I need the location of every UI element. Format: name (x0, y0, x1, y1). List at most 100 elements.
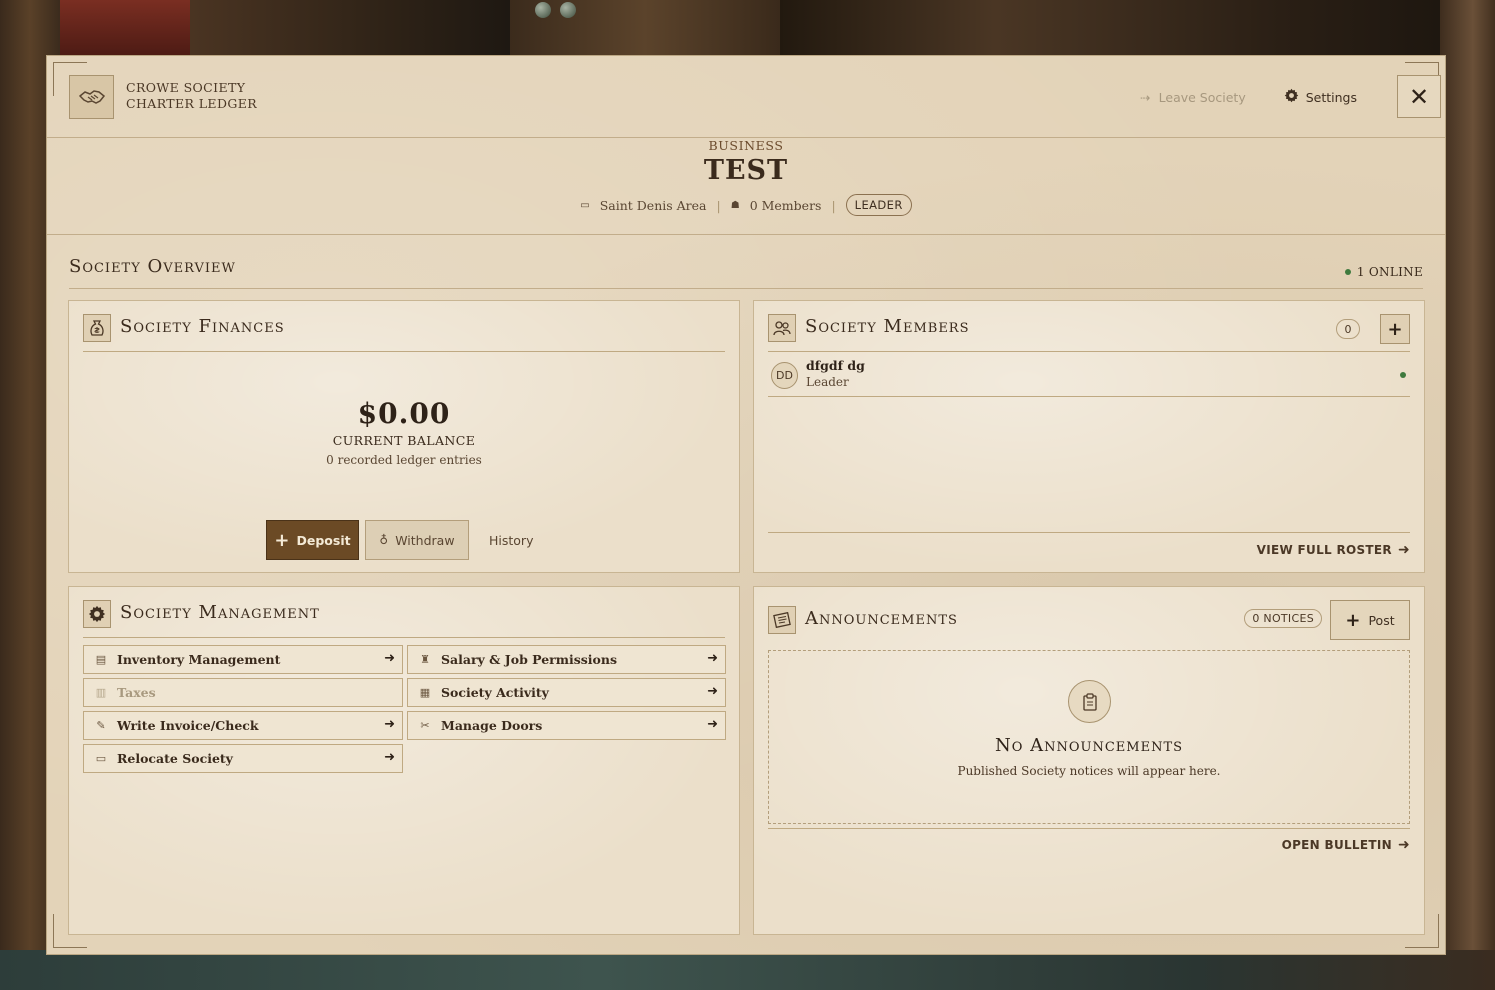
section-title: Society Overview (69, 256, 236, 277)
online-dot-icon (1344, 269, 1351, 275)
online-indicator: 1 ONLINE (1344, 265, 1423, 279)
empty-state: No Announcements Published Society notic… (768, 650, 1410, 824)
arrow-right-icon: ➜ (1397, 837, 1410, 853)
view-full-roster-link[interactable]: VIEW FULL ROSTER ➜ (1257, 542, 1410, 558)
menu-item-label: Manage Doors (441, 718, 543, 733)
clipboard-icon (1068, 680, 1111, 723)
door-knob (535, 2, 551, 18)
ledger-entry-count: 0 recorded ledger entries (326, 453, 482, 467)
arrow-right-icon: ➜ (384, 651, 395, 666)
society-hero: BUSINESS TEST ▭ Saint Denis Area | ☗ 0 M… (47, 138, 1445, 235)
backdrop-door (510, 0, 780, 56)
arrow-right-icon: ➜ (384, 717, 395, 732)
announcements-title: Announcements (805, 608, 958, 629)
society-ledger-panel: CROWE SOCIETY CHARTER LEDGER ⇢ Leave Soc… (46, 55, 1446, 955)
leave-society-button[interactable]: ⇢ Leave Society (1140, 88, 1246, 106)
post-label: Post (1368, 612, 1395, 628)
announcements-card: Announcements 0 NOTICES + Post No Announ… (753, 586, 1425, 935)
balance-label: CURRENT BALANCE (332, 433, 476, 448)
arrow-right-icon: ➜ (1397, 542, 1410, 558)
menu-item-label: Inventory Management (117, 652, 281, 667)
money-bag-icon: ♁ (379, 533, 389, 547)
open-bulletin-label: OPEN BULLETIN (1281, 838, 1392, 852)
menu-item-label: Taxes (117, 685, 156, 700)
member-role: Leader (806, 375, 849, 389)
member-count-badge: 0 (1336, 319, 1360, 339)
current-balance: $0.00 (357, 397, 451, 430)
tools-icon: ✂ (420, 719, 430, 732)
exit-arrow-icon: ⇢ (1140, 89, 1151, 105)
arrow-right-icon: ➜ (707, 651, 718, 666)
clipboard-icon: ▦ (419, 686, 431, 699)
deposit-label: Deposit (296, 532, 351, 548)
menu-item-label: Relocate Society (117, 751, 233, 766)
member-name: dfgdf dg (806, 358, 865, 373)
backdrop-wall (190, 0, 510, 56)
members-icon (768, 314, 796, 342)
society-location: Saint Denis Area (599, 197, 707, 213)
online-count: 1 ONLINE (1356, 265, 1423, 279)
settings-button[interactable]: Settings (1284, 88, 1357, 106)
role-badge: LEADER (845, 194, 912, 216)
empty-state-title: No Announcements (994, 735, 1184, 756)
post-announcement-button[interactable]: + Post (1330, 600, 1410, 640)
money-bag-icon (83, 314, 111, 342)
view-roster-label: VIEW FULL ROSTER (1256, 543, 1392, 557)
card-header: Society Management (83, 600, 725, 638)
backdrop-right-shelf (1440, 0, 1495, 990)
deposit-button[interactable]: + Deposit (266, 520, 359, 560)
arrow-right-icon: ➜ (707, 684, 718, 699)
menu-item-label: Write Invoice/Check (117, 718, 259, 733)
invoice-icon: ✎ (96, 719, 106, 732)
finances-card: Society Finances $0.00 CURRENT BALANCE 0… (68, 300, 740, 573)
write-invoice-button[interactable]: ✎ Write Invoice/Check ➜ (83, 711, 403, 740)
divider (69, 288, 1423, 289)
divider: | (716, 197, 721, 213)
arrow-right-icon: ➜ (707, 717, 718, 732)
relocate-society-button[interactable]: ▭ Relocate Society ➜ (83, 744, 403, 773)
brand-title: CROWE SOCIETY (126, 80, 246, 95)
settings-label: Settings (1305, 89, 1357, 105)
bank-icon: ▥ (95, 686, 107, 699)
inventory-management-button[interactable]: ▤ Inventory Management ➜ (83, 645, 403, 674)
card-header: Announcements 0 NOTICES + Post (768, 600, 1410, 645)
salary-permissions-button[interactable]: ♜ Salary & Job Permissions ➜ (407, 645, 726, 674)
add-member-button[interactable]: + (1380, 314, 1410, 344)
divider: | (831, 197, 836, 213)
brand-subtitle: CHARTER LEDGER (126, 96, 258, 111)
history-button[interactable]: History (475, 520, 547, 560)
backdrop-shelf (780, 0, 1495, 56)
menu-item-label: Society Activity (441, 685, 549, 700)
withdraw-label: Withdraw (395, 532, 455, 548)
badge-icon: ♜ (420, 653, 430, 666)
divider (768, 532, 1410, 533)
map-icon: ▭ (95, 752, 107, 765)
close-button[interactable]: ✕ (1397, 75, 1441, 118)
gear-icon (1284, 88, 1299, 106)
gear-icon (83, 600, 111, 628)
empty-state-subtitle: Published Society notices will appear he… (957, 764, 1221, 778)
plus-icon: + (274, 529, 290, 551)
society-activity-button[interactable]: ▦ Society Activity ➜ (407, 678, 726, 707)
society-type: BUSINESS (708, 138, 784, 153)
member-row[interactable]: DD dfgdf dg Leader (768, 353, 1410, 397)
card-header: Society Members 0 + (768, 314, 1410, 352)
divider (768, 828, 1410, 829)
members-title: Society Members (805, 316, 970, 337)
ledger-icon: ▤ (95, 653, 107, 666)
map-icon: ▭ (580, 199, 590, 211)
withdraw-button[interactable]: ♁ Withdraw (365, 520, 469, 560)
management-card: Society Management ▤ Inventory Managemen… (68, 586, 740, 935)
plus-icon: + (1345, 609, 1361, 631)
top-actions: ⇢ Leave Society Settings (1140, 88, 1357, 106)
members-icon: ☗ (730, 199, 740, 211)
notices-count-badge: 0 NOTICES (1244, 609, 1322, 628)
society-name: TEST (703, 155, 789, 186)
open-bulletin-link[interactable]: OPEN BULLETIN ➜ (1282, 837, 1410, 853)
backdrop-floor (0, 950, 1495, 990)
manage-doors-button[interactable]: ✂ Manage Doors ➜ (407, 711, 726, 740)
society-member-count: 0 Members (749, 197, 822, 213)
arrow-right-icon: ➜ (384, 750, 395, 765)
online-status-icon (1400, 372, 1406, 378)
card-header: Society Finances (83, 314, 725, 352)
